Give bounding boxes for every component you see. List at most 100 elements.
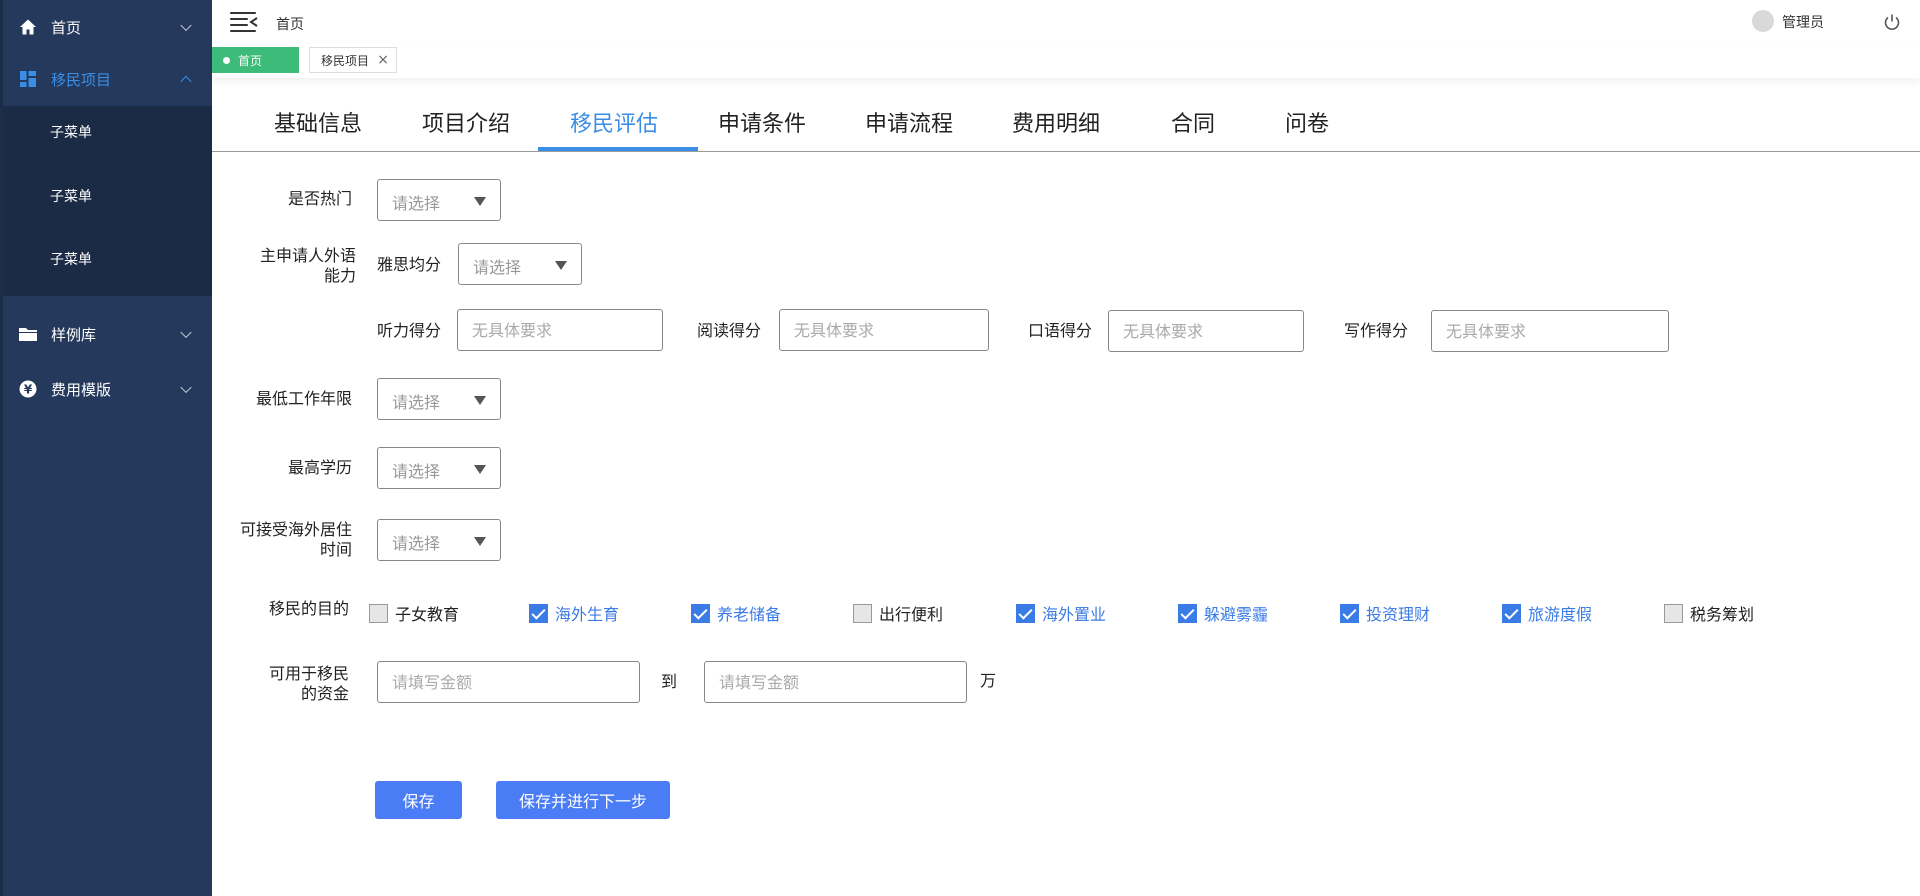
select-placeholder: 请选择: [392, 462, 441, 481]
checkbox-box[interactable]: [691, 603, 710, 623]
checkbox-label: 子女教育: [395, 605, 460, 624]
checkbox-label: 出行便利: [879, 605, 944, 624]
education-select[interactable]: 请选择: [377, 447, 501, 489]
funds-label-line: 的资金: [300, 684, 349, 703]
purpose-checkbox[interactable]: 投资理财: [1340, 601, 1430, 625]
ielts-select[interactable]: 请选择: [458, 243, 582, 285]
select-placeholder: 请选择: [473, 258, 522, 277]
tag-home[interactable]: 首页: [212, 47, 299, 73]
purpose-checkbox[interactable]: 出行便利: [853, 601, 943, 625]
checkbox-box[interactable]: [1178, 603, 1197, 623]
power-icon[interactable]: [1882, 12, 1902, 32]
caret-down-icon: [474, 537, 486, 546]
checkbox-box[interactable]: [853, 603, 872, 623]
writing-input[interactable]: [1431, 310, 1669, 352]
sidebar-item-immigration[interactable]: 移民项目: [3, 52, 212, 106]
user-name[interactable]: 管理员: [1782, 12, 1824, 32]
close-icon[interactable]: ×: [377, 53, 389, 67]
checkbox-box[interactable]: [369, 603, 388, 623]
yen-icon: ¥: [19, 380, 37, 398]
sidebar-item-label: 移民项目: [51, 70, 112, 89]
funds-label: 可用于移民 的资金: [226, 664, 349, 704]
checkbox-label: 税务筹划: [1690, 605, 1755, 624]
reading-input[interactable]: [779, 309, 989, 351]
chevron-up-icon: [180, 75, 192, 88]
caret-down-icon: [474, 396, 486, 405]
abroad-select[interactable]: 请选择: [377, 519, 501, 561]
tabs-view: 首页 移民项目 ×: [212, 44, 1920, 78]
chevron-down-icon: [180, 326, 192, 339]
listening-input[interactable]: [457, 309, 663, 351]
save-next-button[interactable]: 保存并进行下一步: [496, 781, 670, 819]
sidebar-item-label: 首页: [51, 18, 82, 37]
hot-select[interactable]: 请选择: [377, 179, 501, 221]
purpose-checkbox[interactable]: 旅游度假: [1502, 601, 1592, 625]
tab-conditions[interactable]: 申请条件: [718, 106, 806, 138]
tab-immigration-assessment[interactable]: 移民评估: [570, 106, 658, 138]
chevron-down-icon: [180, 19, 192, 32]
sidebar: 首页 移民项目 子菜单 子菜单 子菜单 样例库 ¥ 费用模版: [0, 0, 212, 896]
tab-process[interactable]: 申请流程: [865, 106, 953, 138]
submenu-item[interactable]: 子菜单: [3, 239, 212, 279]
avatar[interactable]: [1752, 10, 1774, 32]
tab-questionnaire[interactable]: 问卷: [1285, 106, 1329, 138]
work-years-select[interactable]: 请选择: [377, 378, 501, 420]
abroad-label-line: 时间: [319, 540, 352, 559]
funds-max-input[interactable]: [704, 661, 967, 703]
purpose-checkbox[interactable]: 躲避雾霾: [1178, 601, 1268, 625]
checkbox-box[interactable]: [1502, 603, 1521, 623]
tag-immigration[interactable]: 移民项目 ×: [309, 47, 397, 73]
checkbox-box[interactable]: [529, 603, 548, 623]
sidebar-item-cases[interactable]: 样例库: [3, 307, 212, 361]
sidebar-item-home[interactable]: 首页: [3, 0, 212, 54]
submenu-item[interactable]: 子菜单: [3, 176, 212, 216]
tab-fee-detail[interactable]: 费用明细: [1012, 106, 1100, 138]
chevron-down-icon: [180, 381, 192, 394]
purpose-label: 移民的目的: [268, 599, 349, 618]
speaking-input[interactable]: [1108, 310, 1304, 352]
breadcrumb[interactable]: 首页: [276, 14, 304, 34]
active-dot-icon: [223, 57, 230, 64]
funds-min-input[interactable]: [377, 661, 640, 703]
select-placeholder: 请选择: [392, 534, 441, 553]
purpose-checkbox[interactable]: 海外置业: [1016, 601, 1106, 625]
speaking-label: 口语得分: [1028, 321, 1093, 340]
range-to-label: 到: [661, 672, 678, 691]
active-tab-underline: [538, 147, 698, 151]
svg-text:¥: ¥: [24, 383, 33, 397]
listening-label: 听力得分: [377, 321, 442, 340]
checkbox-label: 海外置业: [1042, 605, 1107, 624]
menu-toggle-icon[interactable]: [230, 11, 258, 33]
tab-basic-info[interactable]: 基础信息: [274, 106, 362, 138]
topbar: 首页 管理员: [212, 0, 1920, 44]
checkbox-box[interactable]: [1664, 603, 1683, 623]
caret-down-icon: [474, 465, 486, 474]
funds-label-line: 可用于移民: [268, 664, 349, 683]
submenu: 子菜单 子菜单 子菜单: [3, 106, 212, 296]
checkbox-box[interactable]: [1016, 603, 1035, 623]
writing-label: 写作得分: [1344, 321, 1409, 340]
tab-project-intro[interactable]: 项目介绍: [422, 106, 510, 138]
abroad-label-line: 可接受海外居住: [239, 520, 352, 539]
submenu-item[interactable]: 子菜单: [3, 112, 212, 152]
purpose-checkbox[interactable]: 海外生育: [529, 601, 619, 625]
tag-label: 首页: [238, 53, 263, 68]
checkbox-label: 海外生育: [555, 605, 620, 624]
checkbox-box[interactable]: [1340, 603, 1359, 623]
dashboard-icon: [19, 70, 37, 88]
ielts-label: 雅思均分: [377, 255, 442, 274]
caret-down-icon: [555, 261, 567, 270]
select-placeholder: 请选择: [392, 393, 441, 412]
sidebar-item-fee-template[interactable]: ¥ 费用模版: [3, 362, 212, 416]
checkbox-label: 投资理财: [1366, 605, 1431, 624]
language-label-line: 能力: [323, 266, 356, 285]
sidebar-item-label: 费用模版: [51, 380, 112, 399]
work-years-label: 最低工作年限: [255, 389, 352, 408]
purpose-checkbox[interactable]: 税务筹划: [1664, 601, 1754, 625]
tab-contract[interactable]: 合同: [1171, 106, 1215, 138]
checkbox-label: 旅游度假: [1528, 605, 1593, 624]
save-button[interactable]: 保存: [375, 781, 462, 819]
section-tabs: 基础信息 项目介绍 移民评估 申请条件 申请流程 费用明细 合同 问卷: [212, 92, 1920, 152]
purpose-checkbox[interactable]: 子女教育: [369, 601, 459, 625]
purpose-checkbox[interactable]: 养老储备: [691, 601, 781, 625]
